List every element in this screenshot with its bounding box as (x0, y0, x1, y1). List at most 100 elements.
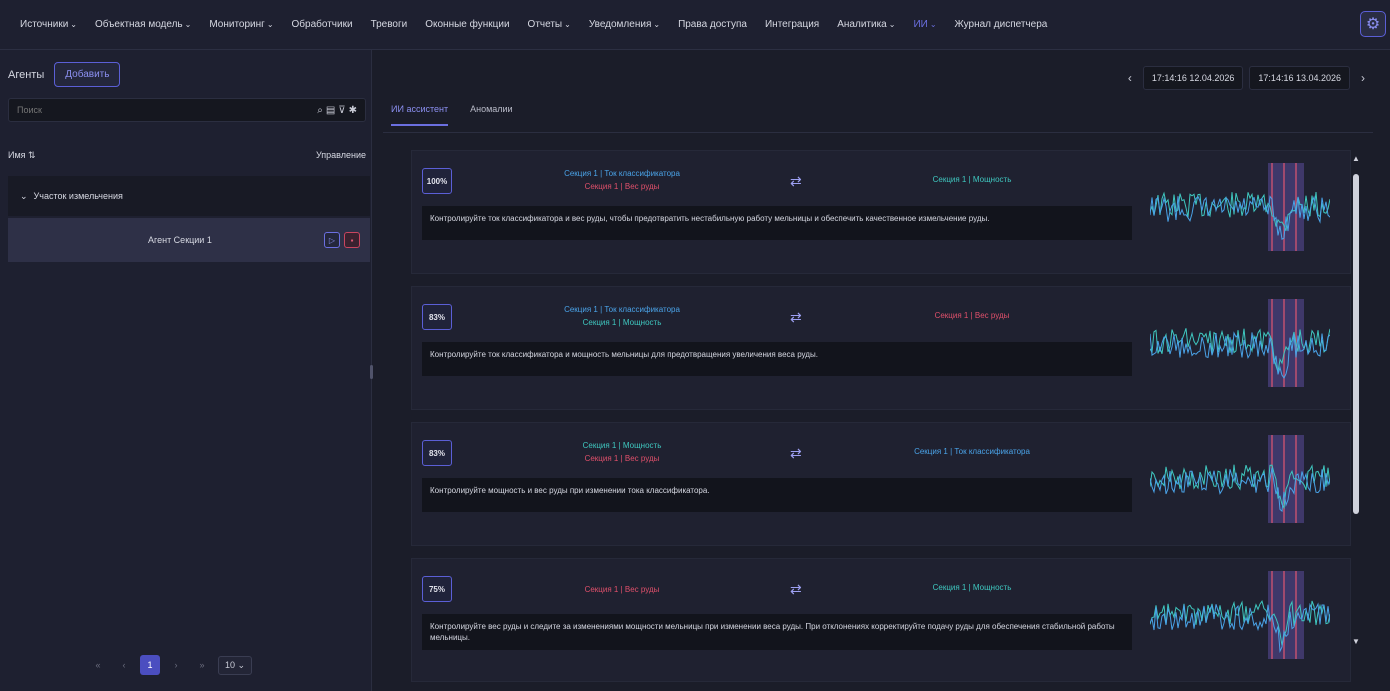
nav-item[interactable]: Объектная модель ⌄ (95, 19, 191, 30)
swap-arrows-icon: ⇄ (790, 581, 802, 597)
nav-item-label: Оконные функции (425, 19, 510, 30)
main-panel: ‹ 17:14:16 12.04.2026 17:14:16 13.04.202… (373, 50, 1390, 691)
agent-name: Агент Секции 1 (148, 235, 212, 245)
recommendation-card[interactable]: 83% Секция 1 | Ток классификатора Секция 1… (411, 286, 1351, 410)
nav-item-label: Аналитика (837, 19, 887, 30)
source-signal-1[interactable]: Секция 1 | Ток классификатора (522, 303, 722, 316)
confidence-badge: 100% (422, 168, 452, 194)
column-control: Управление (315, 150, 366, 160)
top-navigation: Источники ⌄ Объектная модель ⌄ Мониторинг ⌄ Об… (0, 0, 1390, 50)
recommendation-card[interactable]: 83% Секция 1 | Мощность Секция 1 | Вес руд… (411, 422, 1351, 546)
prev-range-icon[interactable]: ‹ (1123, 71, 1137, 85)
prev-page-icon[interactable]: ‹ (114, 655, 134, 675)
delete-agent-icon[interactable]: ▪ (344, 232, 360, 248)
signal-sparkline (1150, 163, 1330, 251)
settings-gear-icon[interactable]: ⚙ (1360, 11, 1386, 37)
scroll-down-icon[interactable]: ▼ (1352, 637, 1360, 646)
tab-anomalies[interactable]: Аномалии (470, 104, 512, 126)
tree-group-row[interactable]: ⌄ Участок измельчения (8, 176, 370, 216)
agent-actions: ▷ ▪ (324, 232, 360, 248)
add-agent-button[interactable]: Добавить (54, 62, 121, 87)
recommendation-card[interactable]: 75% Секция 1 | Вес руды ⇄ Секция 1 | Мощнос… (411, 558, 1351, 682)
nav-item-label: Уведомления (588, 19, 652, 30)
source-signal-2[interactable]: Секция 1 | Мощность (522, 316, 722, 329)
recommendation-card[interactable]: 100% Секция 1 | Ток классификатора Секция … (411, 150, 1351, 274)
recommendation-text: Контролируйте вес руды и следите за изме… (422, 614, 1132, 650)
date-to[interactable]: 17:14:16 13.04.2026 (1249, 66, 1350, 90)
nav-item-label: Объектная модель (94, 19, 183, 30)
nav-item[interactable]: Мониторинг ⌄ (209, 19, 273, 30)
page-current[interactable]: 1 (140, 655, 160, 675)
nav-item[interactable]: Тревоги (371, 19, 408, 30)
next-page-icon[interactable]: › (166, 655, 186, 675)
cards-scrollbar[interactable]: ▲ ▼ (1352, 154, 1360, 646)
pagination: « ‹ 1 › » 10 ⌄ (88, 655, 253, 675)
filter-icon[interactable]: ⊽ (338, 105, 345, 116)
target-signal[interactable]: Секция 1 | Мощность (872, 583, 1072, 592)
nav-item[interactable]: Уведомления ⌄ (589, 19, 660, 30)
swap-arrows-icon: ⇄ (790, 173, 802, 189)
nav-item[interactable]: Аналитика ⌄ (837, 19, 895, 30)
next-range-icon[interactable]: › (1356, 71, 1370, 85)
nav-item-label: ИИ (913, 19, 928, 30)
nav-item[interactable]: Обработчики (292, 19, 353, 30)
chevron-down-icon: ⌄ (564, 20, 571, 29)
chevron-down-icon: ⌄ (929, 20, 937, 29)
agents-header: Агенты Добавить (8, 62, 121, 87)
last-page-icon[interactable]: » (192, 655, 212, 675)
column-name-sort[interactable]: Имя ⇅ (8, 150, 36, 161)
source-signal-2[interactable]: Секция 1 | Вес руды (522, 180, 722, 193)
source-signals: Секция 1 | Ток классификатора Секция 1 | … (522, 303, 722, 329)
confidence-badge: 75% (422, 576, 452, 602)
agents-title: Агенты (8, 68, 45, 81)
swap-arrows-icon: ⇄ (790, 309, 802, 325)
nav-item[interactable]: Интеграция (765, 19, 819, 30)
agent-row[interactable]: Агент Секции 1 ▷ ▪ (8, 218, 370, 262)
nav-item[interactable]: Источники ⌄ (20, 19, 77, 30)
recommendation-text: Контролируйте ток классификатора и мощно… (422, 342, 1132, 376)
nav-item[interactable]: Оконные функции (425, 19, 509, 30)
nav-item-label: Права доступа (678, 19, 747, 30)
date-from[interactable]: 17:14:16 12.04.2026 (1142, 66, 1244, 90)
recommendation-cards: 100% Секция 1 | Ток классификатора Секция … (411, 150, 1351, 690)
nav-item[interactable]: Отчеты ⌄ (528, 19, 571, 30)
chevron-down-icon: ⌄ (653, 20, 661, 29)
search-input[interactable] (17, 105, 318, 115)
scrollbar-thumb[interactable] (1353, 174, 1359, 514)
chevron-down-icon: ⌄ (888, 20, 896, 29)
source-signals: Секция 1 | Мощность Секция 1 | Вес руды (522, 439, 722, 465)
tab-ai-assistant[interactable]: ИИ ассистент (391, 104, 449, 126)
target-signal[interactable]: Секция 1 | Мощность (872, 175, 1072, 184)
nav-item-label: Источники (20, 19, 69, 30)
confidence-badge: 83% (422, 304, 452, 330)
target-signal[interactable]: Секция 1 | Ток классификатора (872, 447, 1072, 456)
nav-item[interactable]: ИИ ⌄ (913, 19, 936, 30)
page-size-select[interactable]: 10 ⌄ (218, 655, 253, 675)
signal-sparkline (1150, 435, 1330, 523)
nav-item[interactable]: Права доступа (678, 19, 747, 30)
nav-item-label: Интеграция (764, 19, 820, 30)
page-size-value: 10 (225, 659, 236, 670)
source-signal-1[interactable]: Секция 1 | Мощность (522, 439, 722, 452)
target-signal[interactable]: Секция 1 | Вес руды (872, 311, 1072, 320)
nav-item[interactable]: Журнал диспетчера (955, 19, 1048, 30)
search-tools: ⌕ ▤ ⊽ ✱ (317, 105, 357, 116)
source-signal-2[interactable]: Секция 1 | Вес руды (522, 452, 722, 465)
date-range: ‹ 17:14:16 12.04.2026 17:14:16 13.04.202… (1123, 66, 1370, 90)
asterisk-icon[interactable]: ✱ (349, 105, 357, 116)
recommendation-text: Контролируйте ток классификатора и вес р… (422, 206, 1132, 240)
tabs-divider (383, 132, 1373, 133)
chevron-down-icon[interactable]: ⌄ (20, 191, 28, 202)
first-page-icon[interactable]: « (88, 655, 108, 675)
chevron-down-icon: ⌄ (70, 20, 77, 29)
search-icon[interactable]: ⌕ (317, 105, 323, 116)
nav-item-label: Тревоги (370, 19, 408, 30)
column-headers: Имя ⇅ Управление (8, 150, 366, 161)
run-agent-icon[interactable]: ▷ (324, 232, 340, 248)
scroll-up-icon[interactable]: ▲ (1352, 154, 1360, 163)
source-signal-1[interactable]: Секция 1 | Ток классификатора (522, 167, 722, 180)
source-signal-1[interactable]: Секция 1 | Вес руды (522, 583, 722, 596)
group-label: Участок измельчения (33, 191, 123, 201)
list-icon[interactable]: ▤ (326, 105, 335, 116)
chevron-down-icon: ⌄ (266, 20, 274, 29)
